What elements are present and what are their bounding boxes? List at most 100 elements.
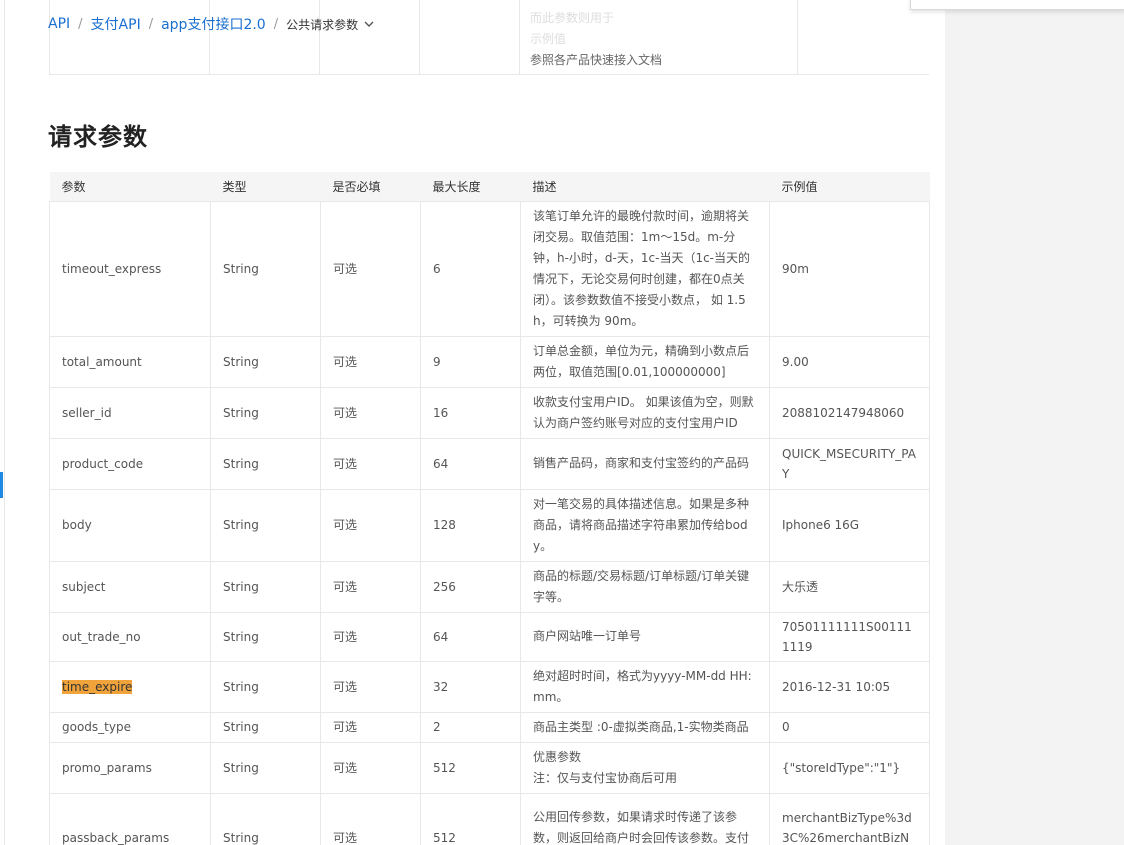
cell-example: Iphone6 16G (769, 488, 930, 562)
cell-max-length: 512 (420, 792, 521, 845)
cell-description: 公用回传参数，如果请求时传递了该参数，则返回给商户时会回传该参数。支付宝只会在同… (520, 792, 770, 845)
cell-max-length: 2 (420, 711, 521, 743)
table-header-row: 参数 类型 是否必填 最大长度 描述 示例值 (49, 172, 930, 202)
right-gutter (945, 0, 1124, 845)
cell-required: 可选 (320, 437, 421, 490)
description-line: 注：仅与支付宝协商后可用 (533, 770, 678, 785)
cell-description: 优惠参数注：仅与支付宝协商后可用 (520, 741, 770, 794)
cell-required: 可选 (320, 200, 421, 337)
chevron-down-icon[interactable] (364, 19, 374, 29)
cell-max-length: 256 (420, 560, 521, 613)
cell-param: product_code (49, 437, 211, 490)
breadcrumb: API / 支付API / app支付接口2.0 / 公共请求参数 (48, 14, 374, 34)
cell-param: time_expire (49, 660, 211, 713)
cell-max-length: 512 (420, 741, 521, 794)
table-row: body String 可选 128 对一笔交易的具体描述信息。如果是多种商品，请将商品… (49, 488, 930, 562)
cell-type: String (210, 200, 321, 337)
cell-description: 订单总金额，单位为元，精确到小数点后两位，取值范围[0.01,100000000… (520, 335, 770, 388)
cell-param: passback_params (49, 792, 211, 845)
cell-max-length: 64 (420, 437, 521, 490)
dropdown-popup[interactable] (910, 0, 1124, 10)
cell-max-length: 9 (420, 335, 521, 388)
table-row: seller_id String 可选 16 收款支付宝用户ID。 如果该值为空，则默认… (49, 386, 930, 439)
cell-description: 绝对超时时间，格式为yyyy-MM-dd HH:mm。 (520, 660, 770, 713)
cell-example: 大乐透 (769, 560, 930, 613)
description-line: 优惠参数 (533, 749, 582, 764)
table-row: total_amount String 可选 9 订单总金额，单位为元，精确到小数点后两… (49, 335, 930, 388)
cell-required: 可选 (320, 386, 421, 439)
cell-param: subject (49, 560, 211, 613)
header-description: 描述 (520, 172, 770, 202)
cell-description: 商品主类型 :0-虚拟类商品,1-实物类商品 (520, 711, 770, 743)
table-row: passback_params String 可选 512 公用回传参数，如果请求时传递… (49, 792, 930, 845)
cell-example: 2088102147948060 (769, 386, 930, 439)
header-example: 示例值 (769, 172, 930, 202)
cell-example: merchantBizType%3d3C%26merchantBizNo%3d (769, 792, 930, 845)
breadcrumb-link-payment-api[interactable]: 支付API (91, 14, 141, 34)
cell-param: timeout_express (49, 200, 211, 337)
cell-type: String (210, 335, 321, 388)
doc-page: 而此参数则用于 示例值 参照各产品快速接入文档 API / 支付API / ap… (0, 0, 945, 845)
table-row: time_expire String 可选 32 绝对超时时间，格式为yyyy-MM-d… (49, 660, 930, 713)
header-max-length: 最大长度 (420, 172, 521, 202)
cell-type: String (210, 560, 321, 613)
cell-required: 可选 (320, 792, 421, 845)
cell-type: String (210, 792, 321, 845)
breadcrumb-link-api[interactable]: API (48, 16, 70, 32)
cell-example: {"storeIdType":"1"} (769, 741, 930, 794)
cell-type: String (210, 660, 321, 713)
cell-example: 9.00 (769, 335, 930, 388)
cell-type: String (210, 386, 321, 439)
cell-required: 可选 (320, 560, 421, 613)
cell-description: 商品的标题/交易标题/订单标题/订单关键字等。 (520, 560, 770, 613)
breadcrumb-link-app-payment[interactable]: app支付接口2.0 (161, 14, 266, 34)
cell-description: 销售产品码，商家和支付宝签约的产品码 (520, 437, 770, 490)
table-row: promo_params String 可选 512 优惠参数 注：仅与支付宝协商后可用{… (49, 741, 930, 794)
prev-cell (320, 0, 420, 75)
cell-type: String (210, 488, 321, 562)
cell-max-length: 16 (420, 386, 521, 439)
cell-type: String (210, 611, 321, 662)
cell-max-length: 64 (420, 611, 521, 662)
cell-type: String (210, 711, 321, 743)
table-row: goods_type String 可选 2 商品主类型 :0-虚拟类商品,1-实物类商… (49, 711, 930, 743)
cell-required: 可选 (320, 660, 421, 713)
cell-param: promo_params (49, 741, 211, 794)
breadcrumb-separator: / (78, 16, 83, 32)
cell-required: 可选 (320, 488, 421, 562)
prev-cell (420, 0, 520, 75)
cell-type: String (210, 437, 321, 490)
cell-example: 90m (769, 200, 930, 337)
table-row: product_code String 可选 64 销售产品码，商家和支付宝签约的产品码… (49, 437, 930, 490)
cell-required: 可选 (320, 711, 421, 743)
table-row: timeout_express String 可选 6 该笔订单允许的最晚付款时间，逾期… (49, 200, 930, 337)
cell-description: 商户网站唯一订单号 (520, 611, 770, 662)
breadcrumb-separator: / (273, 16, 279, 32)
cell-param: total_amount (49, 335, 211, 388)
cell-example: 0 (769, 711, 930, 743)
left-border (4, 0, 5, 845)
table-row: subject String 可选 256 商品的标题/交易标题/订单标题/订单关键字等… (49, 560, 930, 613)
cell-param: goods_type (49, 711, 211, 743)
breadcrumb-current[interactable]: 公共请求参数 (286, 16, 358, 33)
header-type: 类型 (210, 172, 321, 202)
search-highlight: time_expire (62, 679, 133, 694)
prev-desc-line: 示例值 (530, 32, 567, 46)
cell-type: String (210, 741, 321, 794)
cell-example: 2016-12-31 10:05 (769, 660, 930, 713)
request-params-table: 参数 类型 是否必填 最大长度 描述 示例值 timeout_express St… (49, 172, 930, 845)
table-row: out_trade_no String 可选 64 商户网站唯一订单号 705011111… (49, 611, 930, 662)
previous-table-row: 而此参数则用于 示例值 参照各产品快速接入文档 (49, 0, 929, 75)
prev-cell (49, 0, 210, 75)
breadcrumb-separator: / (148, 16, 154, 32)
prev-cell (210, 0, 320, 75)
header-required: 是否必填 (320, 172, 421, 202)
cell-description: 该笔订单允许的最晚付款时间，逾期将关闭交易。取值范围：1m～15d。m-分钟，h… (520, 200, 770, 337)
cell-max-length: 6 (420, 200, 521, 337)
cell-param: body (49, 488, 211, 562)
cell-example: QUICK_MSECURITY_PAY (769, 437, 930, 490)
prev-desc-line: 参照各产品快速接入文档 (530, 53, 663, 67)
prev-desc-line: 而此参数则用于 (530, 11, 615, 25)
cell-param: seller_id (49, 386, 211, 439)
header-param: 参数 (49, 172, 211, 202)
